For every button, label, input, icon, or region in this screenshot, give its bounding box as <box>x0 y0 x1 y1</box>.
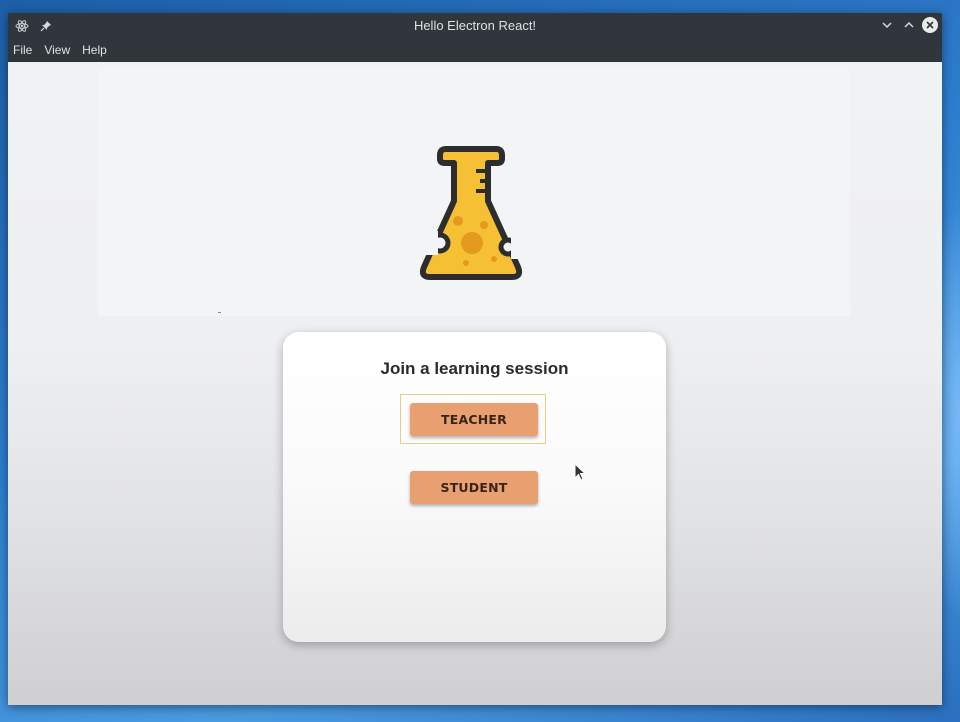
menu-file[interactable]: File <box>13 43 32 57</box>
session-card: Join a learning session TEACHER STUDENT <box>283 332 666 642</box>
close-button[interactable] <box>922 17 938 33</box>
menubar: File View Help <box>8 39 942 61</box>
menu-view[interactable]: View <box>44 43 70 57</box>
titlebar[interactable]: Hello Electron React! <box>8 13 942 39</box>
cheese-flask-icon <box>419 146 525 280</box>
close-icon <box>926 21 934 29</box>
maximize-button[interactable] <box>900 16 918 34</box>
chevron-up-icon <box>904 21 914 28</box>
app-window: Hello Electron React! File View Help Joi… <box>8 13 942 705</box>
stray-mark <box>218 312 221 313</box>
teacher-button[interactable]: TEACHER <box>410 403 538 436</box>
minimize-button[interactable] <box>878 16 896 34</box>
chevron-down-icon <box>882 22 892 29</box>
app-content: Join a learning session TEACHER STUDENT <box>8 62 942 705</box>
mouse-cursor-icon <box>574 463 587 481</box>
card-title: Join a learning session <box>380 359 569 378</box>
menu-help[interactable]: Help <box>82 43 107 57</box>
window-title: Hello Electron React! <box>413 18 537 33</box>
student-button[interactable]: STUDENT <box>410 471 538 504</box>
titlebar-right-controls <box>878 16 938 34</box>
